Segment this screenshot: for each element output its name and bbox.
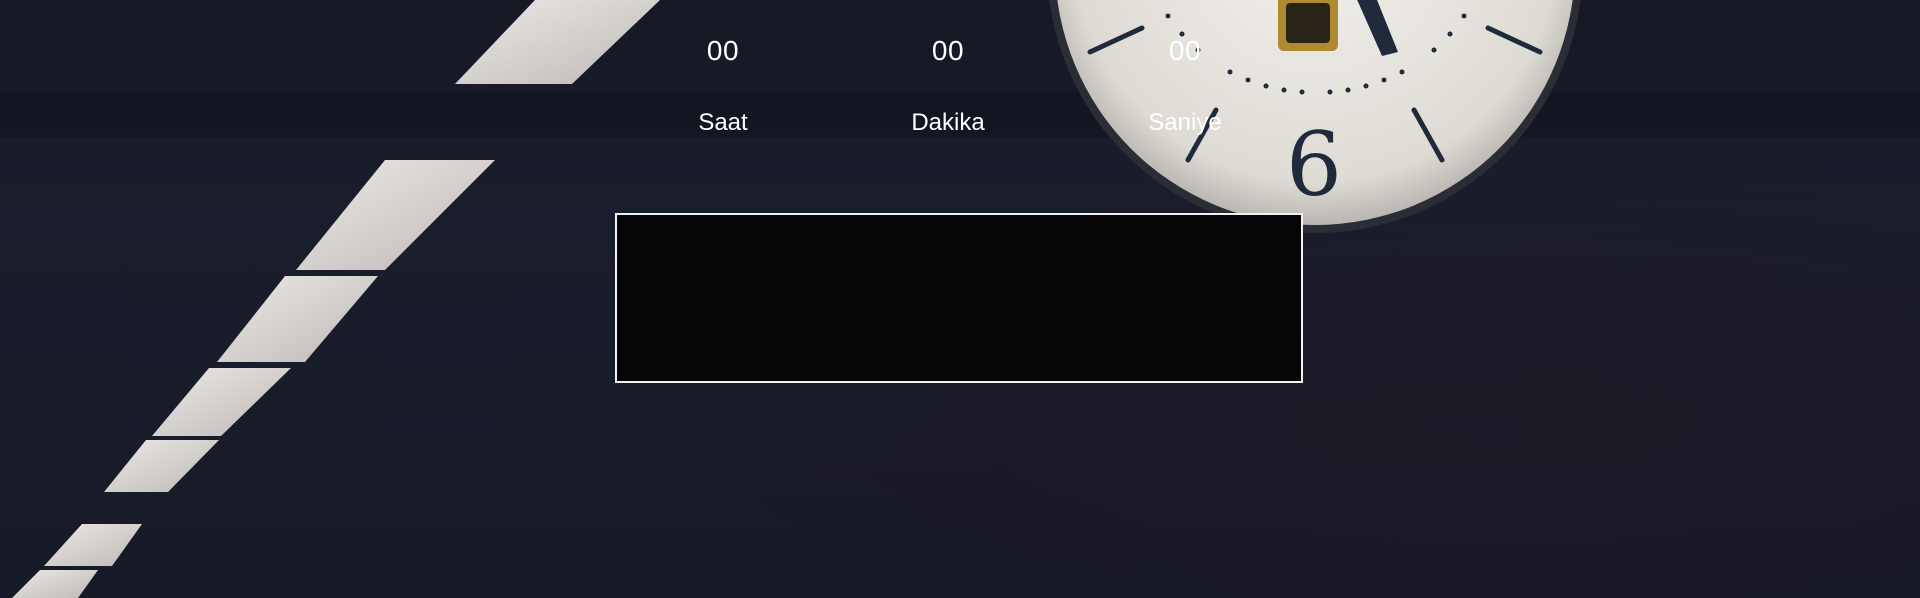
light-panel xyxy=(104,440,219,492)
light-panel xyxy=(217,276,378,362)
seconds-value: 00 xyxy=(1168,35,1202,66)
light-panel xyxy=(12,570,98,598)
light-panel xyxy=(152,368,291,436)
countdown-panel xyxy=(615,213,1303,383)
hours-value: 00 xyxy=(706,35,740,66)
minutes-value: 00 xyxy=(931,35,965,66)
minutes-label: Dakika xyxy=(911,109,985,136)
light-panel xyxy=(455,0,660,84)
light-panel xyxy=(44,524,142,566)
seconds-label: Saniye xyxy=(1148,109,1222,136)
clock-numeral: 6 xyxy=(1286,113,1342,216)
light-panel xyxy=(296,160,495,270)
hours-label: Saat xyxy=(698,109,748,136)
